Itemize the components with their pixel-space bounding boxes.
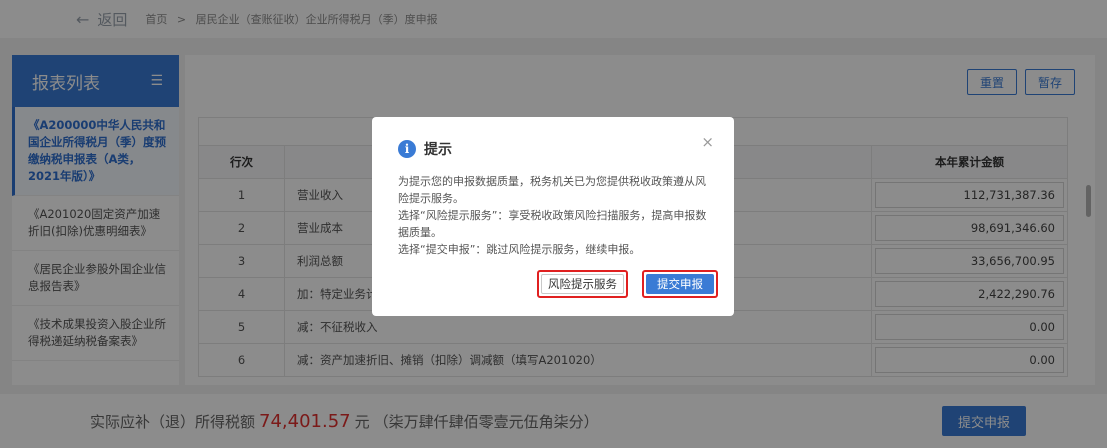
dialog-title: i 提示 — [398, 139, 712, 159]
close-icon[interactable]: × — [701, 133, 714, 151]
dialog-actions: 风险提示服务 提交申报 — [537, 270, 718, 298]
dialog-submit-button[interactable]: 提交申报 — [646, 274, 714, 294]
info-icon: i — [398, 140, 416, 158]
dialog-paragraph: 选择“风险提示服务”：享受税收政策风险扫描服务，提高申报数据质量。 — [398, 209, 707, 239]
submit-highlight: 提交申报 — [642, 270, 718, 298]
dialog-paragraph: 选择“提交申报”：跳过风险提示服务，继续申报。 — [398, 243, 641, 256]
dialog-paragraph: 为提示您的申报数据质量，税务机关已为您提供税收政策遵从风险提示服务。 — [398, 175, 706, 205]
risk-service-button[interactable]: 风险提示服务 — [541, 274, 624, 294]
dialog-body: 为提示您的申报数据质量，税务机关已为您提供税收政策遵从风险提示服务。 选择“风险… — [398, 173, 712, 258]
risk-prompt-dialog: × i 提示 为提示您的申报数据质量，税务机关已为您提供税收政策遵从风险提示服务… — [372, 117, 734, 316]
dialog-title-text: 提示 — [424, 142, 452, 158]
risk-service-highlight: 风险提示服务 — [537, 270, 628, 298]
